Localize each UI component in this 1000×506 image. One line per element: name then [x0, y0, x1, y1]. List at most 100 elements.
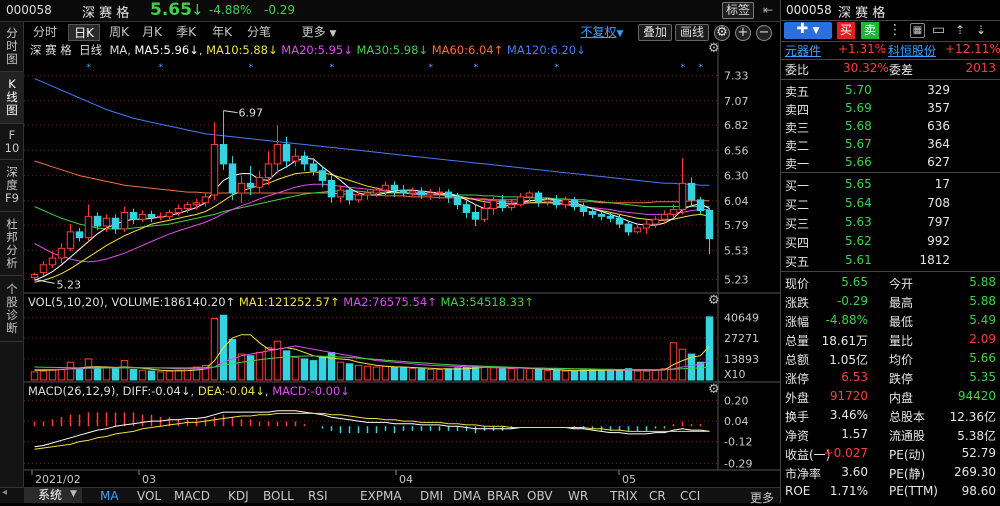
legend-vma3: MA3:54518.33↑	[440, 295, 534, 309]
indicator-tab-brar[interactable]: BRAR	[487, 489, 520, 503]
indicator-tab-macd[interactable]: MACD	[174, 489, 210, 503]
stat-value: -4.88%	[825, 313, 868, 327]
volume-bar	[426, 368, 435, 381]
tab-tick[interactable]: 分笔	[242, 24, 276, 41]
sell-button[interactable]: 卖	[861, 22, 879, 39]
price-tick-label: 7.33	[724, 70, 749, 83]
stat-value: 1.71%	[829, 484, 868, 498]
legend-diff: DIFF:-0.04↓	[122, 384, 191, 398]
stat-value: 2.09	[969, 332, 996, 346]
nav-diagnosis[interactable]: 个 股 诊 断	[0, 276, 24, 342]
stat-row: 收益(一) +0.027 PE(动) 52.79	[781, 445, 1000, 463]
bid-volume: 797	[927, 215, 950, 229]
calendar-icon[interactable]: ▦	[910, 23, 925, 38]
sector-pct-1: +1.31%	[838, 42, 887, 56]
draw-line-button[interactable]: 画线	[675, 24, 709, 41]
indicator-more[interactable]: 更多	[750, 489, 774, 506]
indicator-tab-rsi[interactable]: RSI	[308, 489, 328, 503]
nav-timeshare[interactable]: 分 时 图	[0, 22, 24, 72]
candle-body	[147, 213, 156, 218]
candle-body	[30, 274, 39, 278]
nav-depth-f9[interactable]: 深 度 F9	[0, 160, 24, 212]
stat-label: ROE	[785, 484, 811, 498]
expand-left-icon[interactable]: ⇤	[760, 2, 776, 19]
indicator-tab-vol[interactable]: VOL	[137, 489, 161, 503]
macd-tick-label: 0.20	[724, 395, 749, 408]
overlay-button[interactable]: 叠加	[638, 24, 672, 41]
indicator-tab-dmi[interactable]: DMI	[420, 489, 443, 503]
event-marker: *	[555, 63, 560, 73]
stat-row: 涨跌 -0.29 最高 5.88	[781, 293, 1000, 311]
add-watchlist-button[interactable]: ✚ ▼	[784, 22, 832, 39]
nav-kline[interactable]: K 线 图	[0, 72, 24, 124]
up-arrow-icon[interactable]: ⇡	[955, 22, 969, 39]
monitor-icon[interactable]: ▭	[932, 22, 948, 39]
macd-tick-label: 0.04	[724, 415, 749, 428]
indicator-tab-wr[interactable]: WR	[568, 489, 588, 503]
indicator-tab-ma[interactable]: MA	[100, 489, 119, 503]
tab-timeshare[interactable]: 分时	[26, 24, 64, 41]
ask-level-label: 卖一	[785, 157, 810, 171]
stat-row: 市净率 3.60 PE(静) 269.30	[781, 464, 1000, 482]
stat-value: 91720	[829, 389, 868, 403]
zoom-out-button[interactable]: −	[756, 25, 772, 41]
fuquan-dropdown[interactable]: 不复权▼	[572, 24, 632, 41]
tab-weekly-k[interactable]: 周K	[104, 24, 134, 41]
more-actions-icon[interactable]: ⋮	[888, 22, 902, 39]
indicator-tab-kdj[interactable]: KDJ	[228, 489, 249, 503]
candle-body	[156, 215, 165, 218]
zoom-in-button[interactable]: +	[735, 25, 751, 41]
candle-body	[534, 192, 543, 203]
tab-quarterly-k[interactable]: 季K	[171, 24, 201, 41]
sector-link-2[interactable]: 科恒股份	[888, 42, 936, 59]
candle-body	[372, 189, 381, 194]
volume-bar	[642, 370, 651, 381]
indicator-tab-obv[interactable]: OBV	[527, 489, 553, 503]
candle-body	[579, 206, 588, 212]
candle-body	[570, 199, 579, 208]
legend-ma: MA	[109, 43, 128, 57]
price-tick-label: 6.82	[724, 119, 749, 132]
nav-dupont[interactable]: 杜 邦 分 析	[0, 212, 24, 276]
fuquan-label: 不复权	[580, 25, 617, 39]
indicator-tab-expma[interactable]: EXPMA	[360, 489, 402, 503]
indicator-tab-cr[interactable]: CR	[649, 489, 666, 503]
volume-bar	[57, 368, 66, 381]
indicator-tab-dma[interactable]: DMA	[453, 489, 481, 503]
ma-lines	[34, 78, 710, 283]
kline-chart-area[interactable]: 7.33 7.07 6.82 6.56 6.30 6.04 5.79 5.53 5.23 4064…	[24, 42, 780, 487]
stat-value: 5.49	[969, 313, 996, 327]
event-marker: *	[159, 63, 164, 73]
stat-label: 换手	[785, 410, 810, 424]
stat-value: 269.30	[954, 465, 996, 479]
sector-link-1[interactable]: 元器件	[785, 42, 821, 59]
annotations: * * * * * * * * * 6.97 5.23	[34, 63, 704, 291]
scroll-left-icon[interactable]: ◂	[2, 487, 16, 501]
more-periods-dropdown[interactable]: 更多 ▼	[294, 24, 344, 41]
volume-bar	[39, 370, 48, 381]
volume-bar	[84, 358, 93, 381]
volume-bar	[282, 350, 291, 381]
event-marker: *	[87, 63, 92, 73]
stat-label: 总量	[785, 334, 810, 348]
volume-panel-gear-icon[interactable]: ⚙	[708, 294, 722, 308]
tab-monthly-k[interactable]: 月K	[137, 24, 167, 41]
macd-panel-gear-icon[interactable]: ⚙	[708, 383, 722, 397]
price-panel-gear-icon[interactable]: ⚙	[708, 42, 722, 56]
stat-row: 涨幅 -4.88% 最低 5.49	[781, 312, 1000, 330]
down-arrow-icon-2[interactable]: ⇣	[976, 22, 990, 39]
nav-f10[interactable]: F 10	[0, 124, 24, 160]
ma60-line	[34, 160, 710, 204]
tab-yearly-k[interactable]: 年K	[207, 24, 237, 41]
candle-body	[102, 217, 111, 227]
buy-button[interactable]: 买	[837, 22, 855, 39]
indicator-tab-cci[interactable]: CCI	[680, 489, 700, 503]
indicator-tab-trix[interactable]: TRIX	[610, 489, 637, 503]
settings-gear-icon[interactable]: ⚙	[714, 25, 730, 41]
volume-bar	[498, 368, 507, 381]
stock-name: 深 赛 格	[82, 6, 130, 21]
indicator-tab-boll[interactable]: BOLL	[263, 489, 294, 503]
bid-volume: 17	[934, 177, 950, 191]
tag-button[interactable]: 标签	[722, 2, 754, 19]
tab-daily-k[interactable]: 日K	[68, 24, 100, 41]
